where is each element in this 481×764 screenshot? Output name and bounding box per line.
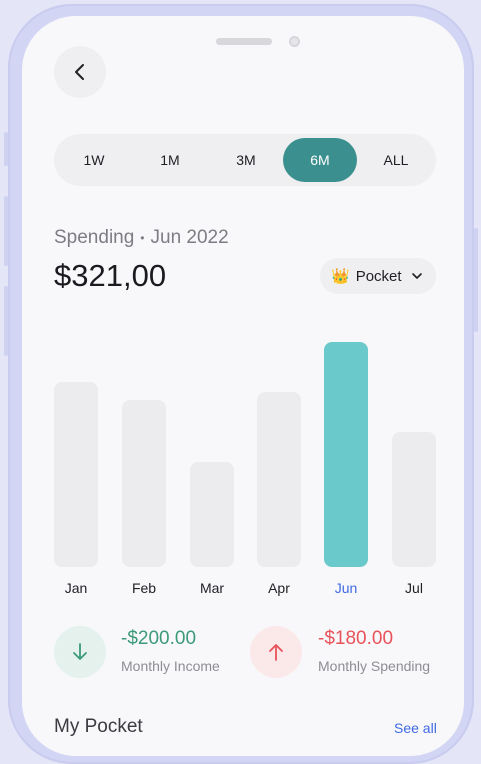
side-button-volume-up <box>4 196 8 266</box>
spending-icon-circle <box>250 626 302 678</box>
bar-jun[interactable] <box>324 342 368 567</box>
bar-jul[interactable] <box>392 432 436 567</box>
income-value: -$200.00 <box>121 628 197 649</box>
month-label-feb: Feb <box>131 580 157 596</box>
month-label-jan: Jan <box>64 580 88 596</box>
arrow-down-icon <box>73 643 87 660</box>
bar-apr[interactable] <box>257 392 301 567</box>
spending-bar-chart: Jan Feb Mar Apr Jun Jul <box>22 16 464 616</box>
bar-feb[interactable] <box>122 399 166 567</box>
side-button-power <box>474 228 478 332</box>
bar-mar[interactable] <box>190 462 234 567</box>
see-all-link[interactable]: See all <box>394 720 437 736</box>
spending-summary-label: Monthly Spending <box>318 658 431 674</box>
my-pocket-title: My Pocket <box>54 716 143 737</box>
bar-jan[interactable] <box>54 382 98 567</box>
month-label-jun: Jun <box>334 580 358 596</box>
month-label-mar: Mar <box>199 580 225 596</box>
phone-screen: 1W 1M 3M 6M ALL Spending • Jun 2022 $321,0… <box>22 16 464 756</box>
income-label: Monthly Income <box>121 658 220 674</box>
arrow-up-icon <box>269 644 283 661</box>
month-label-jul: Jul <box>405 580 423 596</box>
income-icon-circle <box>54 626 106 678</box>
spending-value: -$180.00 <box>318 628 394 649</box>
month-label-apr: Apr <box>268 580 290 596</box>
side-button-mute <box>4 132 8 166</box>
side-button-volume-down <box>4 286 8 356</box>
